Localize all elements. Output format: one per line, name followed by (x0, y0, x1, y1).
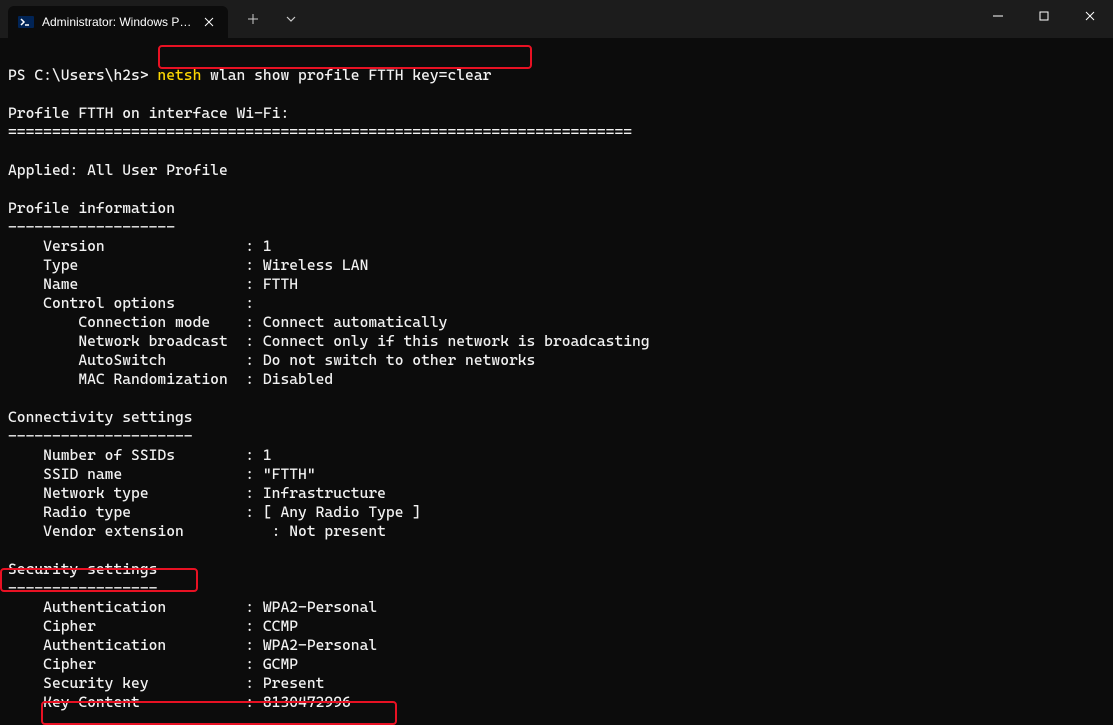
divider: ========================================… (8, 123, 632, 141)
section-underline: ----------------- (8, 579, 157, 597)
powershell-icon (18, 14, 34, 30)
security-line: Cipher : GCMP (8, 655, 298, 673)
connectivity-line: Number of SSIDs : 1 (8, 446, 272, 464)
section-underline: ------------------- (8, 218, 175, 236)
security-line: Authentication : WPA2-Personal (8, 636, 377, 654)
minimize-button[interactable] (975, 0, 1021, 32)
terminal-content[interactable]: PS C:\Users\h2s> netsh wlan show profile… (0, 38, 1113, 721)
connectivity-line: Network type : Infrastructure (8, 484, 386, 502)
command-rest: wlan show profile FTTH key=clear (201, 66, 491, 84)
tab-actions (228, 0, 308, 38)
profile-line: Control options : (8, 294, 254, 312)
security-line-key: Key Content : 8130472996 (8, 693, 351, 711)
profile-line: Name : FTTH (8, 275, 298, 293)
prompt-prefix: PS (8, 66, 34, 84)
tab-dropdown-button[interactable] (274, 4, 308, 34)
command-highlight: netsh (157, 66, 201, 84)
tab-powershell[interactable]: Administrator: Windows PowerS (8, 6, 228, 38)
section-title-connectivity: Connectivity settings (8, 408, 193, 426)
terminal-output: PS C:\Users\h2s> netsh wlan show profile… (0, 38, 1113, 721)
profile-line: AutoSwitch : Do not switch to other netw… (8, 351, 535, 369)
close-window-button[interactable] (1067, 0, 1113, 32)
connectivity-line: Radio type : [ Any Radio Type ] (8, 503, 421, 521)
profile-line: Connection mode : Connect automatically (8, 313, 447, 331)
tab-close-button[interactable] (200, 13, 218, 31)
tab-title: Administrator: Windows PowerS (42, 15, 192, 29)
maximize-button[interactable] (1021, 0, 1067, 32)
security-line: Security key : Present (8, 674, 324, 692)
profile-line: Network broadcast : Connect only if this… (8, 332, 650, 350)
section-title-security: Security settings (8, 560, 157, 578)
connectivity-line: Vendor extension : Not present (8, 522, 386, 540)
applied-line: Applied: All User Profile (8, 161, 228, 179)
connectivity-line: SSID name : "FTTH" (8, 465, 316, 483)
section-underline: --------------------- (8, 427, 193, 445)
security-line: Authentication : WPA2-Personal (8, 598, 377, 616)
profile-header: Profile FTTH on interface Wi-Fi: (8, 104, 289, 122)
titlebar: Administrator: Windows PowerS (0, 0, 1113, 38)
window-controls (975, 0, 1113, 32)
profile-line: MAC Randomization : Disabled (8, 370, 333, 388)
profile-line: Type : Wireless LAN (8, 256, 368, 274)
security-line: Cipher : CCMP (8, 617, 298, 635)
profile-line: Version : 1 (8, 237, 272, 255)
section-title-profile: Profile information (8, 199, 175, 217)
prompt-path: C:\Users\h2s> (34, 66, 157, 84)
new-tab-button[interactable] (236, 4, 270, 34)
tabs-area: Administrator: Windows PowerS (0, 0, 308, 38)
